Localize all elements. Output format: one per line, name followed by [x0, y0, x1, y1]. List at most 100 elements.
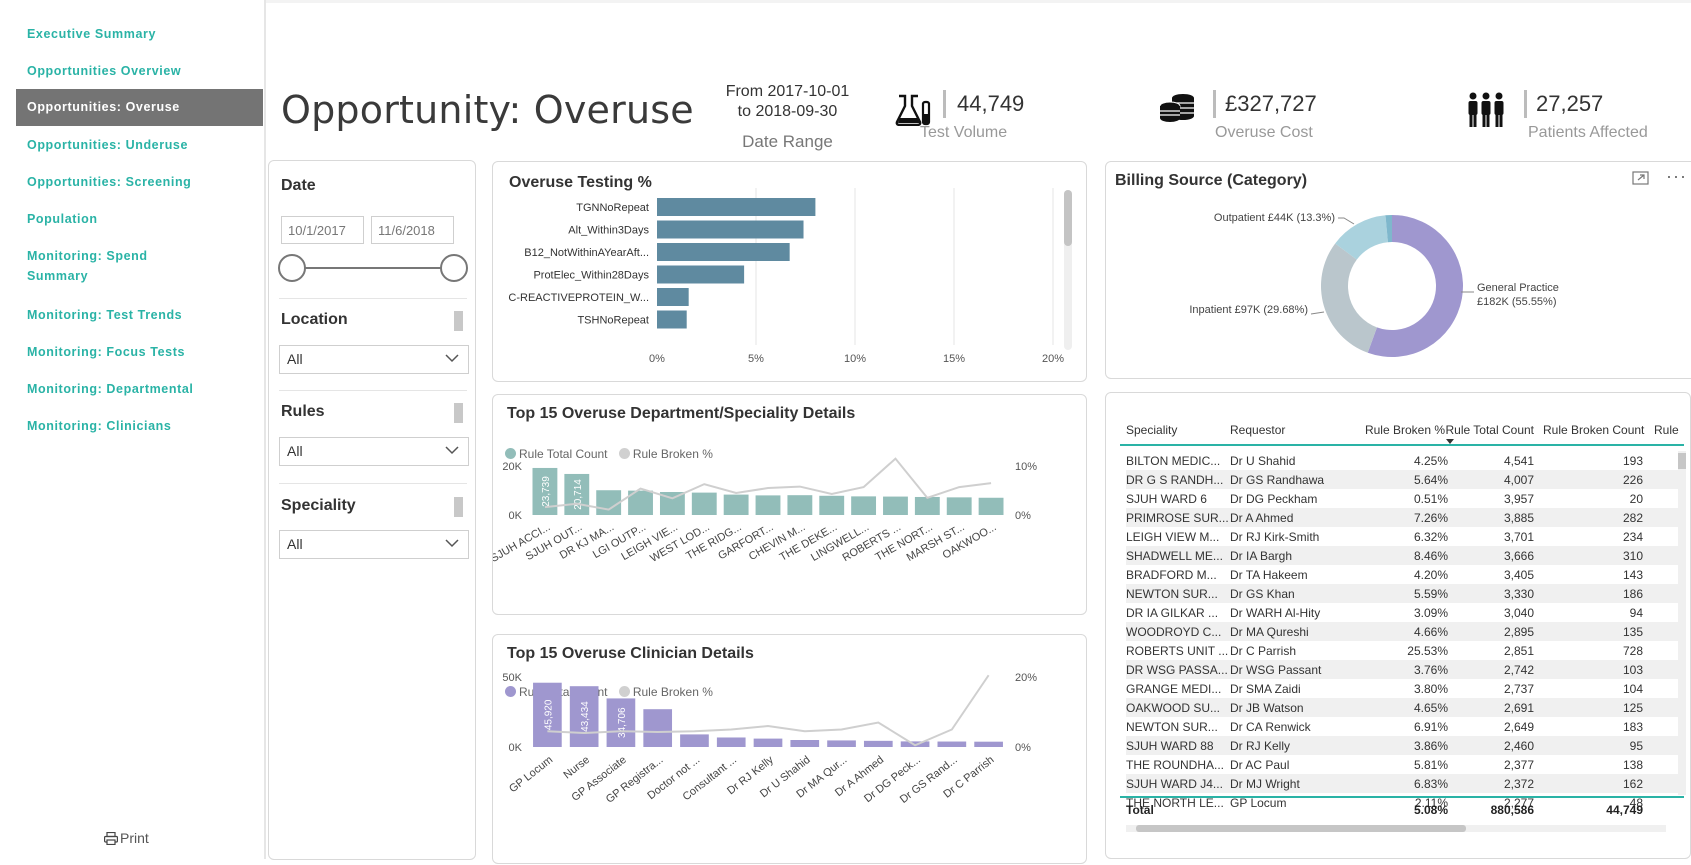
- total-row: Total 5.08% 880,586 44,749: [1126, 801, 1686, 821]
- bar: [978, 497, 1004, 515]
- location-filter-title: Location: [281, 311, 348, 328]
- horizontal-scrollbar[interactable]: [1126, 825, 1666, 832]
- y2-tick-label: 0%: [1015, 510, 1031, 522]
- vertical-scrollbar[interactable]: [1678, 451, 1686, 795]
- nav-item[interactable]: Opportunities: Underuse: [16, 135, 263, 155]
- cell-broken-count: 282: [1622, 511, 1643, 525]
- nav-item[interactable]: Opportunities: Screening: [16, 172, 263, 192]
- bar: [657, 265, 745, 284]
- scrollbar-thumb[interactable]: [1136, 825, 1466, 832]
- cell-total-count: 2,851: [1503, 644, 1534, 658]
- nav-item[interactable]: Monitoring: Departmental: [16, 379, 263, 399]
- filter-panel: Date 10/1/2017 11/6/2018 Location All Ru…: [268, 160, 476, 860]
- dept-details-card: Top 15 Overuse Department/Speciality Det…: [492, 394, 1087, 615]
- cell-broken-pct: 4.65%: [1413, 701, 1448, 715]
- table-row[interactable]: NEWTON SUR... Dr CA Renwick 6.91% 2,649 183: [1126, 717, 1686, 736]
- table-row[interactable]: SHADWELL ME... Dr IA Bargh 8.46% 3,666 310: [1126, 546, 1686, 565]
- y2-tick-label: 20%: [1015, 672, 1037, 684]
- table-row[interactable]: DR WSG PASSA... Dr WSG Passant 3.76% 2,742 1…: [1126, 660, 1686, 679]
- table-row[interactable]: BILTON MEDIC... Dr U Shahid 4.25% 4,541 193: [1126, 451, 1686, 470]
- bar: [596, 490, 622, 515]
- cell-requestor: Dr GS Khan: [1230, 587, 1295, 601]
- clear-filter-icon[interactable]: [454, 497, 463, 517]
- speciality-select[interactable]: All: [279, 530, 469, 559]
- cell-total-count: 3,666: [1503, 549, 1534, 563]
- table-row[interactable]: LEIGH VIEW M... Dr RJ Kirk-Smith 6.32% 3,70…: [1126, 527, 1686, 546]
- table-row[interactable]: WOODROYD C... Dr MA Qureshi 4.66% 2,895 135: [1126, 622, 1686, 641]
- nav-item[interactable]: Monitoring: Focus Tests: [16, 342, 263, 362]
- cell-broken-pct: 6.32%: [1413, 530, 1448, 544]
- column-header[interactable]: Rule Broken %: [1355, 423, 1445, 437]
- cell-speciality: LEIGH VIEW M...: [1126, 530, 1220, 544]
- bar: [723, 494, 749, 515]
- chevron-down-icon: [445, 539, 459, 548]
- category-label: Alt_Within3Days: [568, 225, 649, 237]
- print-button[interactable]: Print: [104, 830, 149, 846]
- table-row[interactable]: SJUH WARD J4... Dr MJ Wright 6.83% 2,372 162: [1126, 774, 1686, 793]
- cell-total-count: 4,007: [1503, 473, 1534, 487]
- column-header[interactable]: Rule Broken Count: [1543, 423, 1644, 437]
- cell-broken-pct: 3.86%: [1413, 739, 1448, 753]
- scrollbar-thumb[interactable]: [1064, 190, 1072, 246]
- date-end-input[interactable]: 11/6/2018: [371, 216, 454, 244]
- category-label: C-REACTIVEPROTEIN_W...: [508, 292, 649, 304]
- cell-broken-count: 162: [1622, 777, 1643, 791]
- table-row[interactable]: PRIMROSE SUR... Dr A Ahmed 7.26% 3,885 282: [1126, 508, 1686, 527]
- page-title: Opportunity: Overuse: [281, 88, 694, 132]
- nav-item[interactable]: Opportunities: Overuse: [16, 89, 263, 126]
- table-row[interactable]: GRANGE MEDI... Dr SMA Zaidi 3.80% 2,737 104: [1126, 679, 1686, 698]
- slider-handle-end: [440, 254, 468, 282]
- nav-item[interactable]: Opportunities Overview: [16, 61, 263, 81]
- table-row[interactable]: NEWTON SUR... Dr GS Khan 5.59% 3,330 186: [1126, 584, 1686, 603]
- nav-item[interactable]: Executive Summary: [16, 24, 263, 44]
- bar: [851, 496, 877, 515]
- chevron-down-icon: [445, 446, 459, 455]
- clear-filter-icon[interactable]: [454, 403, 463, 423]
- nav-item[interactable]: Monitoring: Clinicians: [16, 416, 263, 436]
- bar: [883, 496, 908, 515]
- cell-requestor: Dr SMA Zaidi: [1230, 682, 1301, 696]
- table-row[interactable]: DR G S RANDH... Dr GS Randhawa 5.64% 4,007 2…: [1126, 470, 1686, 489]
- y-tick-label: 20K: [502, 461, 522, 473]
- cell-total-count: 3,405: [1503, 568, 1534, 582]
- cell-broken-pct: 5.64%: [1413, 473, 1448, 487]
- cell-broken-count: 186: [1622, 587, 1643, 601]
- table-row[interactable]: OAKWOOD SU... Dr JB Watson 4.65% 2,691 125: [1126, 698, 1686, 717]
- cell-broken-pct: 6.91%: [1413, 720, 1448, 734]
- scrollbar-track[interactable]: [1064, 190, 1072, 350]
- clear-filter-icon[interactable]: [454, 311, 463, 331]
- column-header[interactable]: Speciality: [1126, 423, 1177, 437]
- coins-icon: [1159, 94, 1194, 122]
- people-icon: [1468, 92, 1504, 127]
- nav-item[interactable]: Monitoring: Spend Summary: [16, 246, 263, 286]
- date-start-input[interactable]: 10/1/2017: [281, 216, 364, 244]
- table-row[interactable]: THE ROUNDHA... Dr AC Paul 5.81% 2,377 138: [1126, 755, 1686, 774]
- column-header[interactable]: Requestor: [1230, 423, 1285, 437]
- table-row[interactable]: DR IA GILKAR ... Dr WARH Al-Hity 3.09% 3,04…: [1126, 603, 1686, 622]
- location-select[interactable]: All: [279, 345, 469, 374]
- dept-combo-chart: 20K0K10%0%23,739SJUH ACCI...20,714SJUH O…: [493, 457, 1037, 565]
- cell-speciality: GRANGE MEDI...: [1126, 682, 1222, 696]
- table-row[interactable]: BRADFORD M... Dr TA Hakeem 4.20% 3,405 143: [1126, 565, 1686, 584]
- printer-icon: [104, 831, 119, 846]
- nav-item[interactable]: Monitoring: Test Trends: [16, 305, 263, 325]
- nav-item[interactable]: Population: [16, 209, 263, 229]
- date-from: From 2017-10-01: [725, 83, 850, 100]
- table-row[interactable]: SJUH WARD 88 Dr RJ Kelly 3.86% 2,460 95: [1126, 736, 1686, 755]
- table-row[interactable]: SJUH WARD 6 Dr DG Peckham 0.51% 3,957 20: [1126, 489, 1686, 508]
- cell-total-count: 3,957: [1503, 492, 1534, 506]
- cell-requestor: Dr RJ Kirk-Smith: [1230, 530, 1320, 544]
- bar-data-label: 45,920: [543, 699, 554, 730]
- rules-select[interactable]: All: [279, 437, 469, 466]
- scrollbar-thumb[interactable]: [1678, 453, 1686, 469]
- y-tick-label: 0K: [509, 742, 523, 754]
- flask-icon: [895, 94, 931, 126]
- column-header[interactable]: Rule: [1654, 423, 1679, 437]
- total-broken-pct: 5.08%: [1413, 803, 1448, 817]
- date-range-slider[interactable]: [277, 253, 469, 283]
- column-header[interactable]: Rule Total Count: [1444, 423, 1535, 437]
- cell-requestor: Dr WARH Al-Hity: [1230, 606, 1321, 620]
- table-row[interactable]: ROBERTS UNIT ... Dr C Parrish 25.53% 2,851 7…: [1126, 641, 1686, 660]
- cell-broken-pct: 3.76%: [1413, 663, 1448, 677]
- bar: [680, 734, 709, 747]
